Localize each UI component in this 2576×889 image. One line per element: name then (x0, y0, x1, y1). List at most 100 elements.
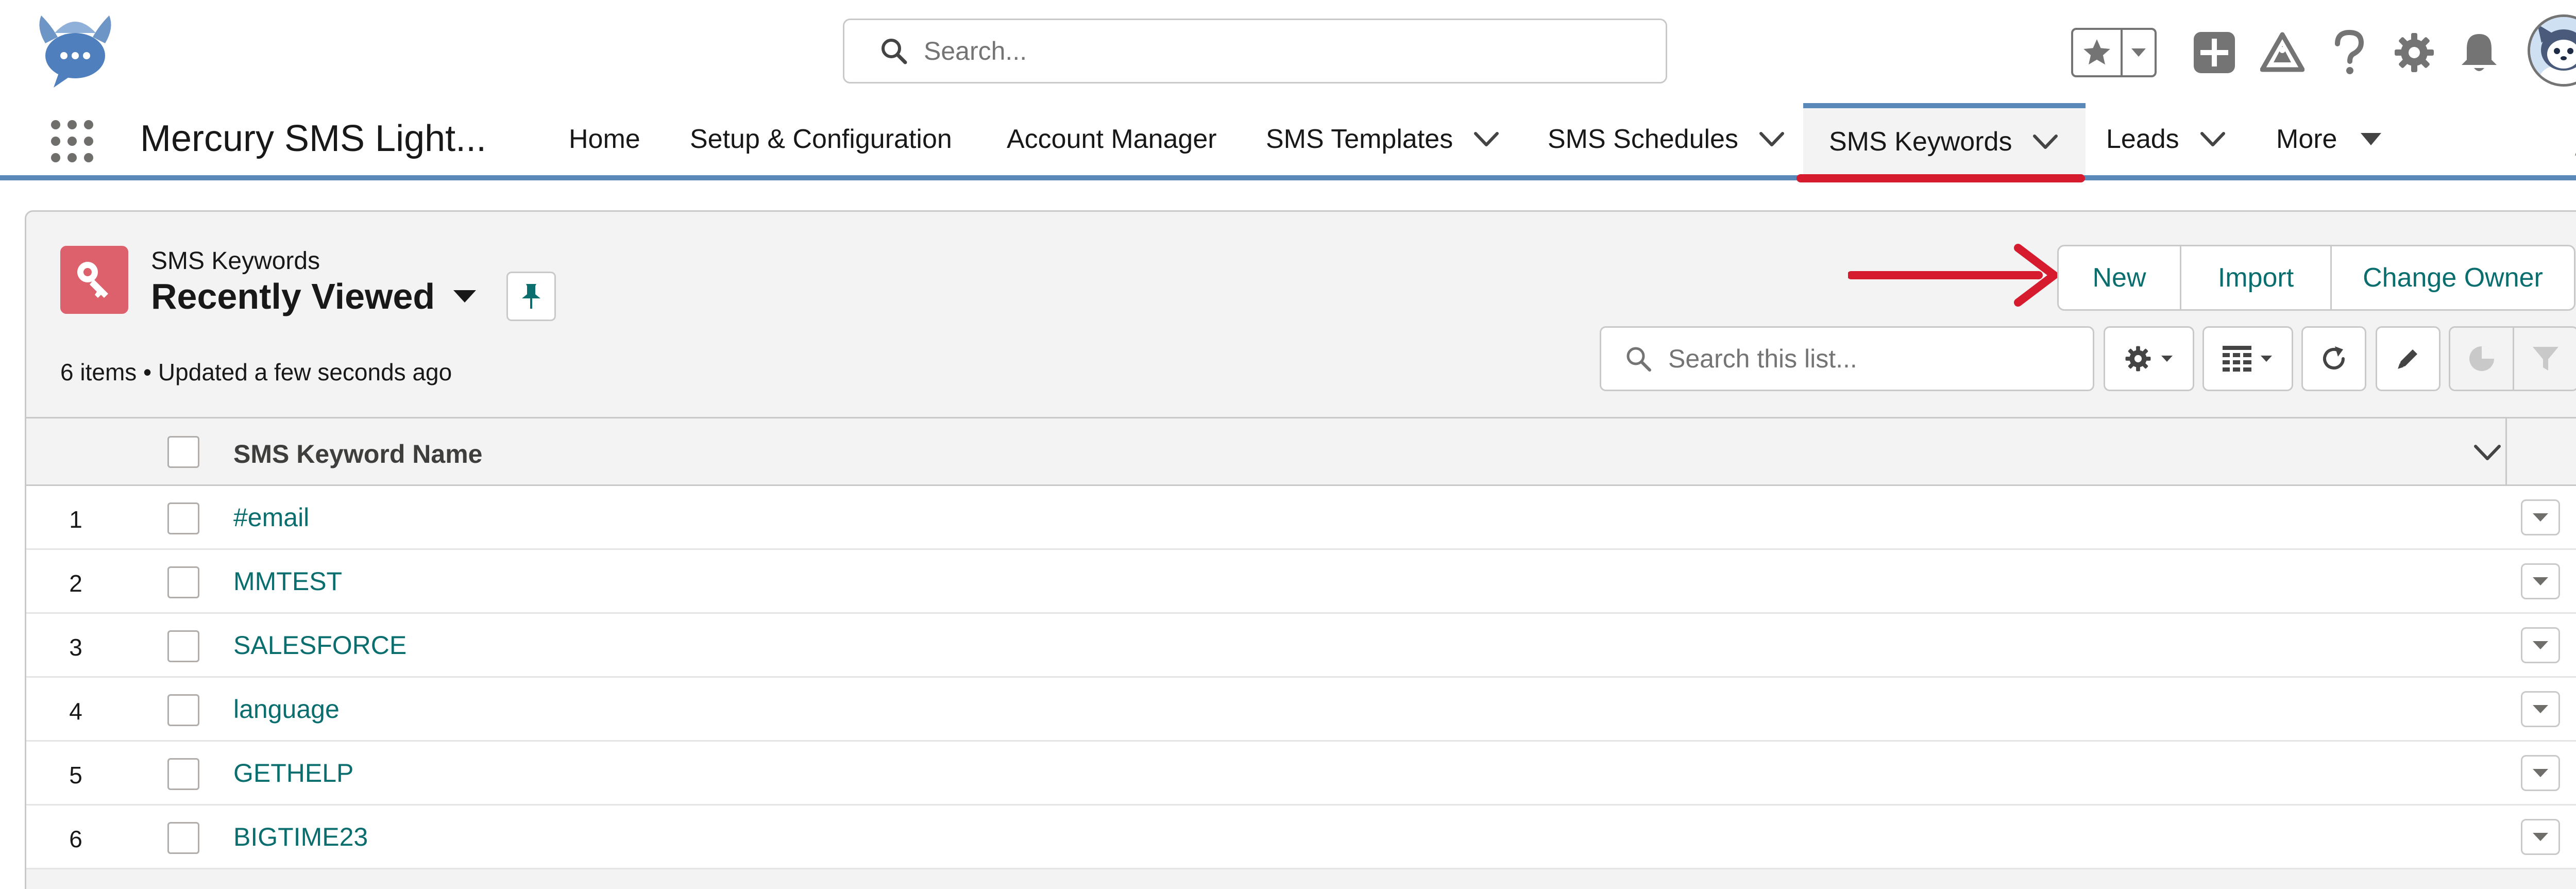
global-search[interactable] (843, 19, 1667, 83)
nav-item-label: More (2276, 124, 2337, 154)
caret-down-icon (2533, 705, 2548, 713)
nav-item-sms-keywords[interactable]: SMS Keywords (1803, 103, 2086, 175)
annotation-arrow (1848, 244, 2058, 307)
record-link[interactable]: language (233, 694, 340, 724)
nav-item-sms-schedules[interactable]: SMS Schedules (1548, 103, 1785, 175)
caret-down-icon (2533, 513, 2548, 522)
trailhead-button[interactable] (2257, 27, 2308, 78)
help-icon (2335, 29, 2364, 74)
inline-edit-button[interactable] (2376, 326, 2441, 391)
nav-item-more[interactable]: More (2276, 103, 2382, 175)
setup-button[interactable] (2388, 27, 2440, 78)
record-link[interactable]: GETHELP (233, 758, 353, 788)
nav-item-home[interactable]: Home (569, 103, 640, 175)
global-actions-button[interactable] (2189, 27, 2240, 78)
chevron-down-icon[interactable] (2473, 444, 2501, 461)
charts-button[interactable] (2450, 328, 2514, 390)
caret-down-icon (453, 290, 477, 303)
table-row: 6 BIGTIME23 (26, 806, 2576, 869)
select-all-checkbox[interactable] (167, 436, 199, 468)
row-action-button[interactable] (2521, 499, 2560, 535)
list-search[interactable] (1600, 326, 2094, 391)
edit-nav-pencil-icon[interactable] (2571, 129, 2576, 160)
active-tab-annotation-underline (1797, 174, 2085, 182)
display-as-table-button[interactable] (2202, 326, 2293, 391)
caret-down-icon (2533, 833, 2548, 841)
search-icon (882, 39, 907, 64)
row-number: 4 (69, 698, 82, 725)
key-icon (77, 262, 108, 298)
row-checkbox[interactable] (167, 630, 199, 662)
row-action-button[interactable] (2521, 627, 2560, 663)
row-checkbox[interactable] (167, 694, 199, 726)
gear-icon (2125, 346, 2151, 372)
nav-item-account-manager[interactable]: Account Manager (1007, 103, 1217, 175)
list-view-selector[interactable]: Recently Viewed (151, 276, 477, 317)
app-name: Mercury SMS Light... (140, 118, 487, 159)
search-icon (1626, 347, 1651, 372)
row-action-button[interactable] (2521, 755, 2560, 791)
table-row: 4 language (26, 678, 2576, 742)
list-actions-button-group: New Import Change Owner (2057, 245, 2575, 311)
nav-item-label: SMS Schedules (1548, 124, 1738, 154)
nav-item-leads[interactable]: Leads (2106, 103, 2226, 175)
row-checkbox[interactable] (167, 758, 199, 790)
caret-down-icon (2533, 641, 2548, 649)
help-button[interactable] (2324, 27, 2375, 78)
record-link[interactable]: BIGTIME23 (233, 822, 368, 852)
notifications-button[interactable] (2453, 27, 2505, 78)
caret-down-icon (2131, 48, 2146, 57)
caret-down-icon (2261, 356, 2272, 362)
list-view-panel: SMS Keywords Recently Viewed 6 items • U… (25, 210, 2576, 889)
list-view-controls-button[interactable] (2104, 326, 2194, 391)
chevron-down-icon[interactable] (2032, 134, 2058, 149)
app-navigation-bar: Mercury SMS Light... Home Setup & Config… (0, 103, 2576, 180)
caret-down-icon (2361, 133, 2382, 145)
favorites-button[interactable] (2073, 30, 2123, 75)
nav-item-label: Leads (2106, 124, 2179, 154)
row-action-button[interactable] (2521, 819, 2560, 855)
chevron-down-icon[interactable] (1759, 131, 1785, 147)
pin-icon (522, 284, 540, 309)
favorites-list-button[interactable] (2123, 30, 2155, 75)
row-checkbox[interactable] (167, 822, 199, 854)
nav-item-label: SMS Keywords (1829, 127, 2012, 157)
caret-down-icon (2533, 769, 2548, 777)
nav-item-setup-configuration[interactable]: Setup & Configuration (690, 103, 952, 175)
gear-icon (2395, 33, 2434, 72)
app-launcher-icon[interactable] (50, 120, 94, 163)
nav-item-label: SMS Templates (1266, 124, 1453, 154)
record-link[interactable]: MMTEST (233, 566, 342, 596)
column-header-sms-keyword-name[interactable]: SMS Keyword Name (233, 439, 482, 469)
chevron-down-icon[interactable] (2200, 131, 2226, 147)
global-search-input[interactable] (924, 36, 1594, 66)
pie-chart-icon (2469, 346, 2494, 371)
object-label: SMS Keywords (151, 247, 320, 275)
row-number: 3 (69, 634, 82, 661)
row-checkbox[interactable] (167, 502, 199, 534)
record-link[interactable]: SALESFORCE (233, 630, 406, 660)
pin-list-view-button[interactable] (506, 272, 556, 321)
row-action-button[interactable] (2521, 691, 2560, 727)
table-icon (2223, 346, 2251, 372)
nav-item-label: Account Manager (1007, 124, 1217, 154)
refresh-button[interactable] (2301, 326, 2366, 391)
filters-button[interactable] (2514, 328, 2576, 390)
user-avatar[interactable] (2528, 14, 2576, 87)
new-button[interactable]: New (2059, 246, 2181, 309)
chart-filter-button-group (2449, 326, 2576, 391)
row-number: 5 (69, 762, 82, 789)
chevron-down-icon[interactable] (1473, 131, 1499, 147)
nav-item-sms-templates[interactable]: SMS Templates (1266, 103, 1499, 175)
row-action-button[interactable] (2521, 563, 2560, 599)
import-button[interactable]: Import (2181, 246, 2332, 309)
table-row: 1 #email (26, 486, 2576, 550)
app-logo[interactable] (34, 12, 116, 90)
list-search-input[interactable] (1668, 344, 2091, 374)
column-divider[interactable] (2505, 418, 2507, 488)
record-link[interactable]: #email (233, 502, 309, 532)
change-owner-button[interactable]: Change Owner (2332, 246, 2574, 309)
row-checkbox[interactable] (167, 566, 199, 598)
global-header (0, 0, 2576, 103)
plus-icon (2194, 32, 2235, 73)
